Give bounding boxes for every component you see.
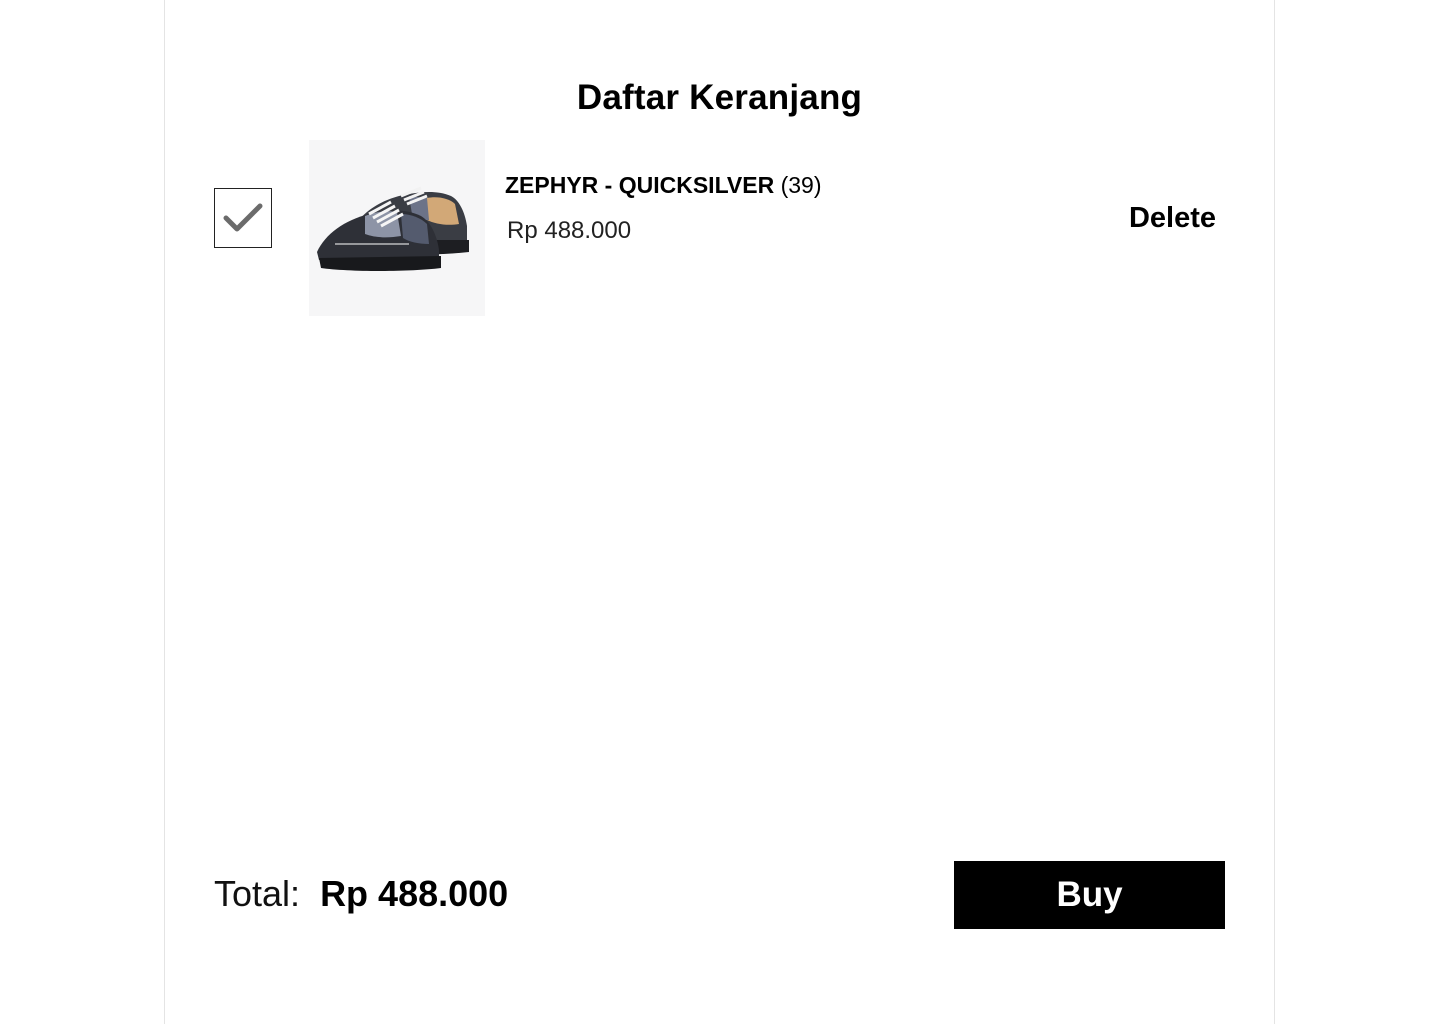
- total-label: Total:: [214, 873, 311, 914]
- item-checkbox[interactable]: [214, 188, 272, 248]
- product-title[interactable]: ZEPHYR - QUICKSILVER (39): [505, 172, 822, 199]
- checkmark-icon: [223, 203, 263, 232]
- cart-item: ZEPHYR - QUICKSILVER (39) Rp 488.000 Del…: [165, 140, 1274, 318]
- product-size: (39): [780, 172, 822, 198]
- product-price: Rp 488.000: [507, 217, 632, 244]
- sneaker-icon: [309, 140, 485, 316]
- cart-page: Daftar Keranjang ZEPHYR - QUICKSILVER (3…: [164, 0, 1275, 1024]
- cart-total: Total: Rp 488.000: [214, 873, 508, 915]
- delete-button[interactable]: Delete: [1129, 202, 1216, 235]
- total-amount: Rp 488.000: [320, 873, 509, 914]
- page-title: Daftar Keranjang: [576, 78, 863, 117]
- product-name: ZEPHYR - QUICKSILVER: [505, 172, 775, 198]
- product-image[interactable]: [309, 140, 485, 316]
- buy-button[interactable]: Buy: [954, 861, 1225, 929]
